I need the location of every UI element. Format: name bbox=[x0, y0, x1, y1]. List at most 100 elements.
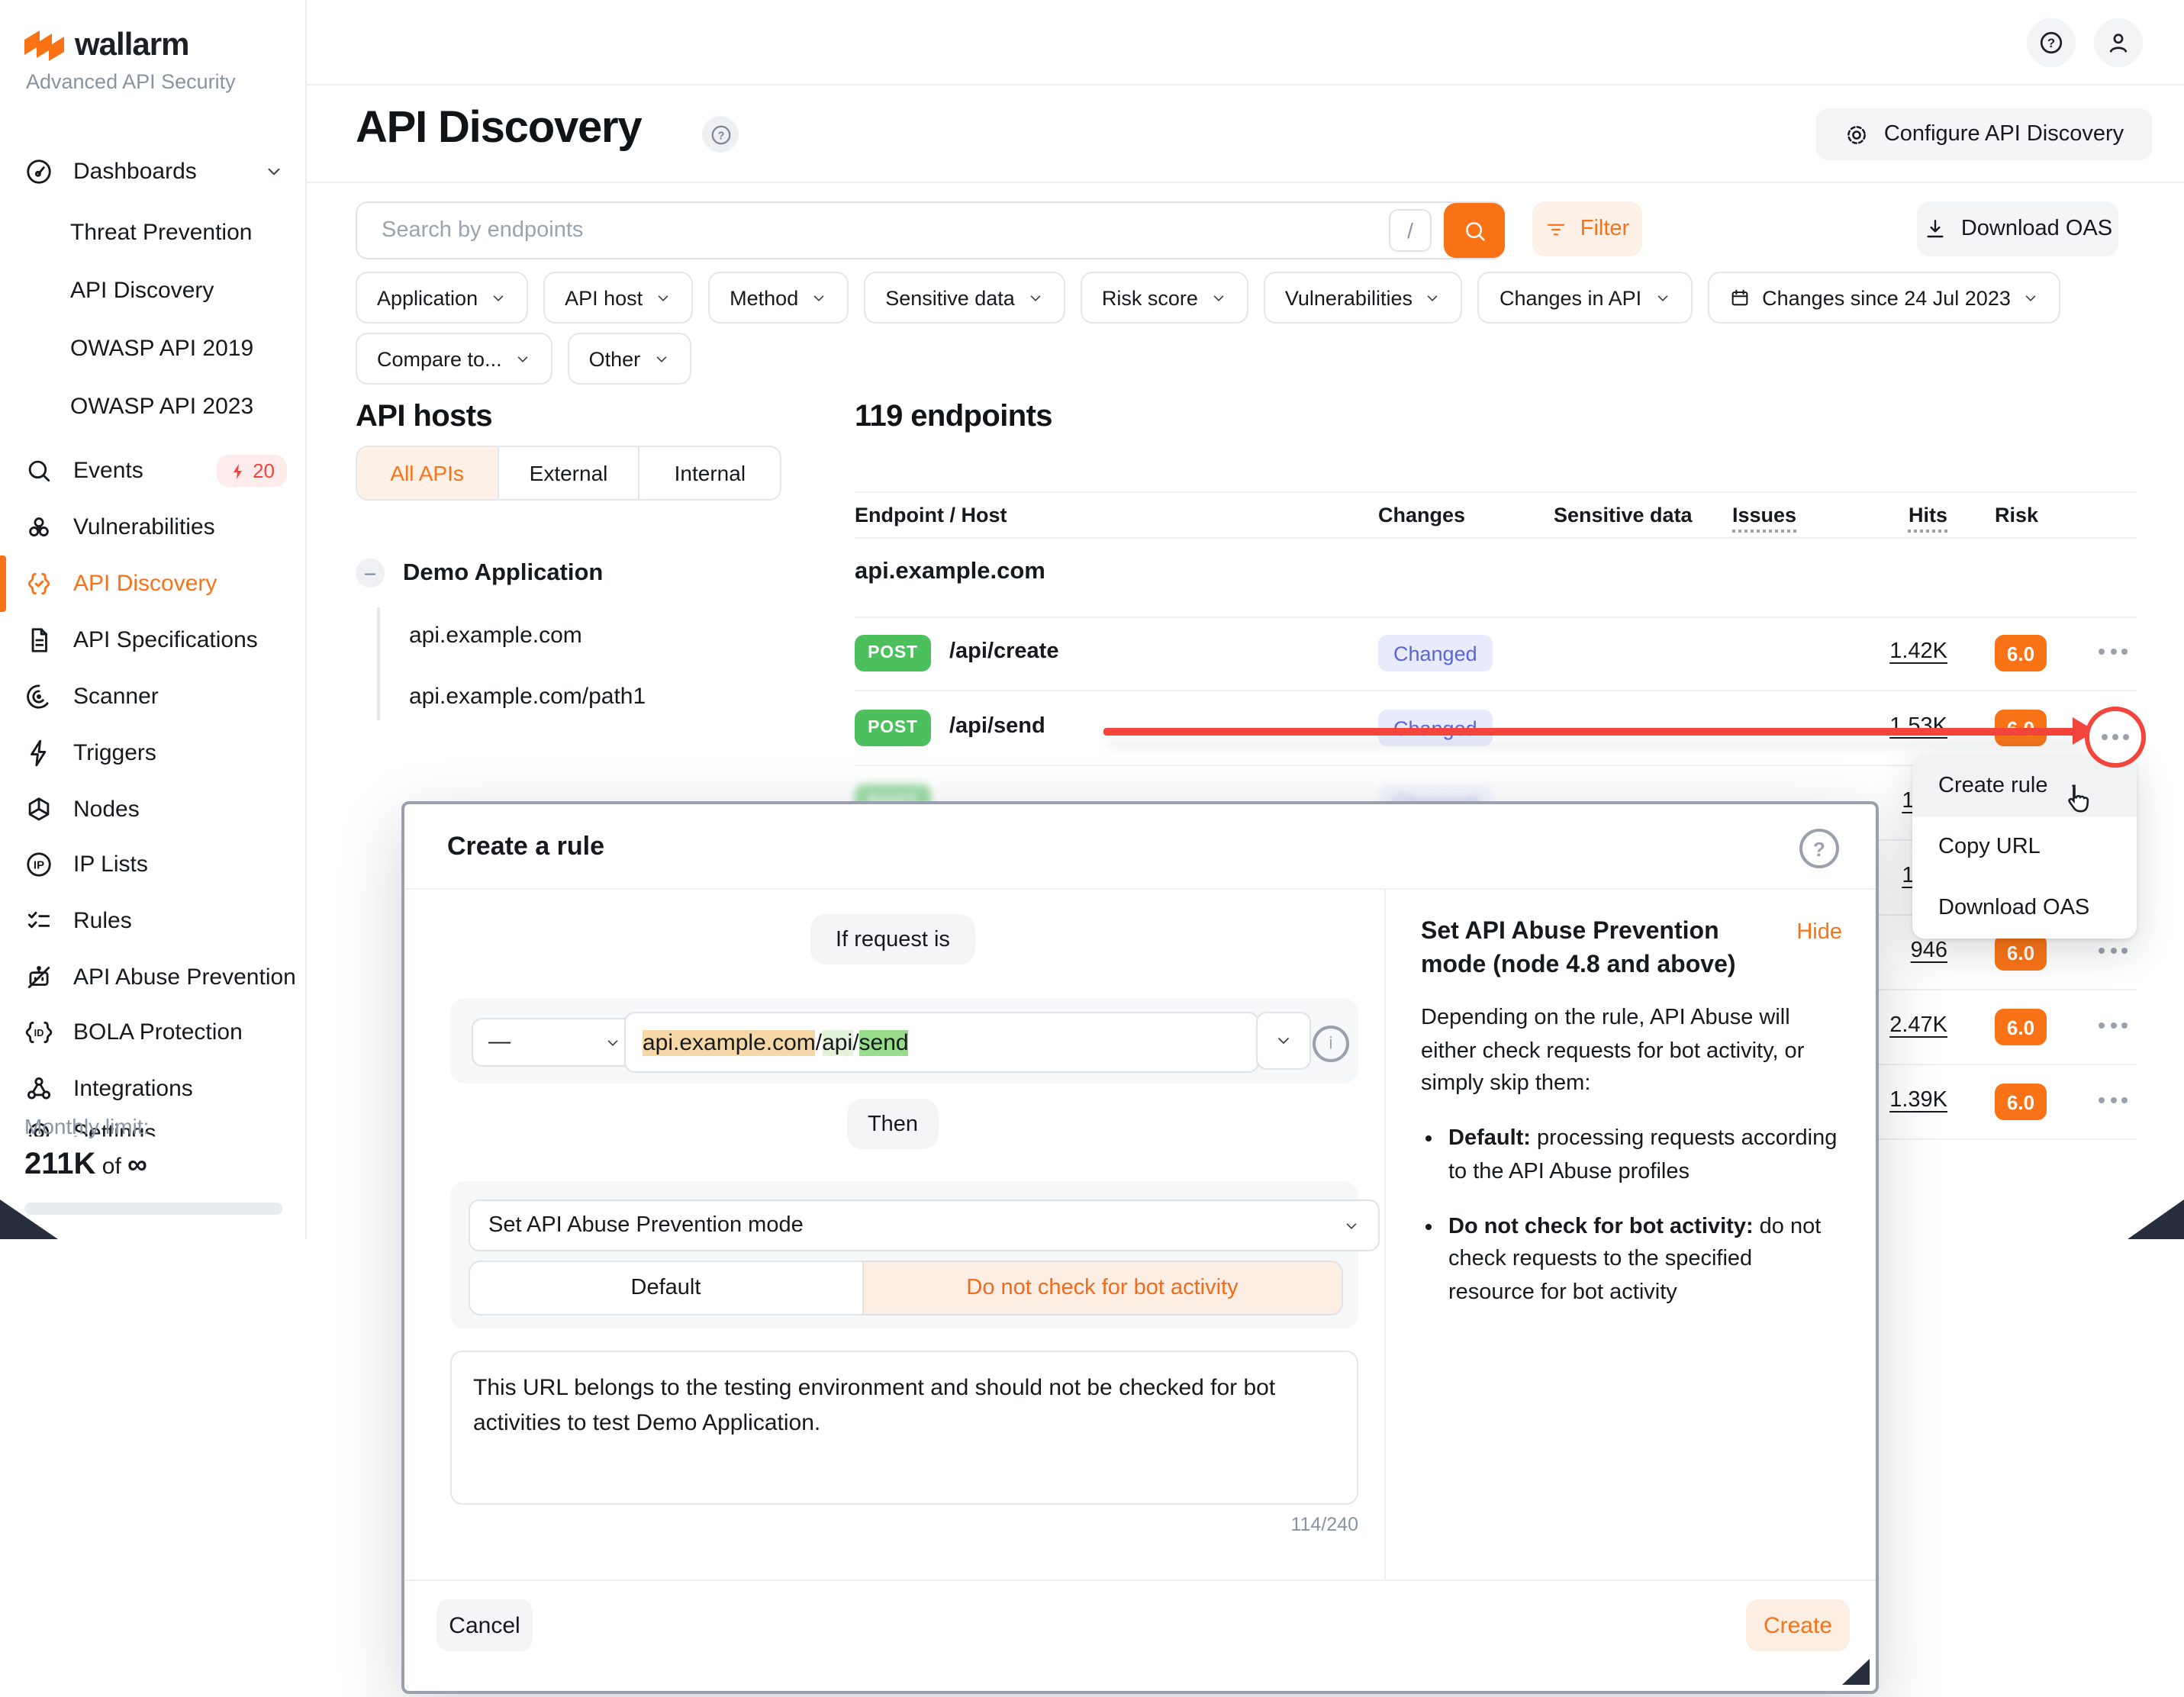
host-group-row[interactable]: api.example.com bbox=[855, 559, 1045, 586]
page-title: API Discovery bbox=[356, 104, 642, 154]
sidebar-item-ip-lists[interactable]: IP IP Lists bbox=[0, 836, 305, 893]
sidebar-item-bola-protection[interactable]: ID BOLA Protection bbox=[0, 1004, 305, 1061]
endpoint-path: /api/send bbox=[949, 714, 1045, 739]
uri-input[interactable]: api.example.com/api/send bbox=[624, 1012, 1259, 1073]
svg-text:IP: IP bbox=[34, 859, 44, 872]
column-risk: Risk bbox=[1995, 504, 2038, 526]
hits-link[interactable]: 1.42K bbox=[1801, 639, 1947, 664]
configure-api-discovery-button[interactable]: Configure API Discovery bbox=[1816, 108, 2152, 160]
search-icon bbox=[24, 456, 53, 485]
filter-chip-api-host[interactable]: API host bbox=[543, 272, 693, 324]
app-screenshot: wallarm Advanced API Security Dashboards… bbox=[0, 0, 2184, 1697]
topbar-divider bbox=[305, 84, 2184, 85]
filter-chip-compare-to[interactable]: Compare to... bbox=[356, 333, 552, 385]
mode-option-default[interactable]: Default bbox=[470, 1262, 863, 1314]
sidebar-item-nodes[interactable]: Nodes bbox=[0, 781, 305, 838]
info-icon[interactable]: i bbox=[1313, 1026, 1349, 1062]
column-hits[interactable]: Hits bbox=[1801, 504, 1947, 526]
modal-title: Create a rule bbox=[447, 832, 604, 862]
help-bullet: Default: processing requests according t… bbox=[1448, 1123, 1842, 1190]
filter-chips-row2: Compare to... Other bbox=[356, 333, 691, 385]
filter-chip-risk-score[interactable]: Risk score bbox=[1081, 272, 1248, 324]
wallarm-logo-icon bbox=[24, 29, 64, 63]
menu-item-download-oas[interactable]: Download OAS bbox=[1912, 877, 2137, 939]
create-button[interactable]: Create bbox=[1746, 1599, 1850, 1651]
gear-icon bbox=[1844, 121, 1870, 147]
page-title-help-icon[interactable]: ? bbox=[702, 116, 739, 153]
action-select[interactable]: Set API Abuse Prevention mode bbox=[469, 1199, 1380, 1251]
sidebar-item-owasp-api-2019[interactable]: OWASP API 2019 bbox=[0, 320, 351, 377]
host-item[interactable]: api.example.com/path1 bbox=[409, 684, 646, 710]
changed-badge[interactable]: Changed bbox=[1378, 635, 1493, 671]
row-menu-button[interactable] bbox=[2099, 1097, 2128, 1103]
application-group[interactable]: − Demo Application bbox=[356, 559, 603, 588]
api-hosts-title: API hosts bbox=[356, 400, 492, 435]
filter-chip-application[interactable]: Application bbox=[356, 272, 528, 324]
rule-comment-textarea[interactable]: This URL belongs to the testing environm… bbox=[450, 1351, 1358, 1505]
svg-text:?: ? bbox=[2047, 37, 2055, 50]
sidebar-item-events[interactable]: Events 20 bbox=[0, 443, 305, 499]
cancel-button[interactable]: Cancel bbox=[436, 1599, 533, 1651]
sidebar-item-api-specifications[interactable]: API Specifications bbox=[0, 612, 305, 668]
help-bullet: Do not check for bot activity: do not ch… bbox=[1448, 1211, 1842, 1311]
filter-chip-method[interactable]: Method bbox=[708, 272, 849, 324]
modal-help-panel: Hide Set API Abuse Prevention mode (node… bbox=[1421, 916, 1842, 1332]
chevron-down-icon bbox=[1210, 289, 1227, 306]
risk-badge: 6.0 bbox=[1995, 934, 2047, 971]
risk-badge: 6.0 bbox=[1995, 1084, 2047, 1120]
tree-guide-line bbox=[377, 607, 380, 720]
column-issues[interactable]: Issues bbox=[1732, 504, 1796, 526]
condition-operator-select[interactable]: — bbox=[472, 1018, 638, 1067]
biohazard-icon bbox=[24, 513, 53, 542]
download-oas-button[interactable]: Download OAS bbox=[1917, 201, 2118, 256]
events-badge: 20 bbox=[216, 455, 287, 487]
search-input[interactable]: Search by endpoints / bbox=[356, 201, 1505, 259]
hide-help-link[interactable]: Hide bbox=[1796, 917, 1842, 951]
chevron-down-icon bbox=[1343, 1217, 1360, 1234]
filter-button[interactable]: Filter bbox=[1532, 201, 1642, 256]
sidebar-item-api-abuse-prevention[interactable]: API Abuse Prevention bbox=[0, 949, 305, 1006]
sidebar-item-api-discovery-dashboard[interactable]: API Discovery bbox=[0, 262, 351, 319]
hits-link[interactable]: 1.53K bbox=[1801, 714, 1947, 739]
tab-external[interactable]: External bbox=[498, 447, 639, 499]
row-menu-button[interactable] bbox=[2099, 948, 2128, 954]
collapse-icon[interactable]: − bbox=[356, 559, 385, 588]
bolt-icon bbox=[228, 462, 246, 480]
row-menu-button[interactable] bbox=[2099, 649, 2128, 655]
sidebar-item-threat-prevention[interactable]: Threat Prevention bbox=[0, 204, 351, 261]
wallarm-logo[interactable]: wallarm bbox=[24, 27, 188, 64]
sidebar-item-owasp-api-2023[interactable]: OWASP API 2023 bbox=[0, 378, 351, 435]
tab-internal[interactable]: Internal bbox=[640, 447, 780, 499]
application-group-label: Demo Application bbox=[403, 559, 603, 587]
sidebar-item-scanner[interactable]: Scanner bbox=[0, 668, 305, 725]
help-button[interactable]: ? bbox=[2027, 18, 2076, 67]
user-avatar-button[interactable] bbox=[2094, 18, 2143, 67]
sidebar-item-rules[interactable]: Rules bbox=[0, 893, 305, 949]
host-item[interactable]: api.example.com bbox=[409, 623, 582, 649]
tab-all-apis[interactable]: All APIs bbox=[357, 447, 498, 499]
menu-item-copy-url[interactable]: Copy URL bbox=[1912, 816, 2137, 877]
question-circle-icon: ? bbox=[709, 123, 732, 146]
chevron-down-icon bbox=[1027, 289, 1044, 306]
filter-chip-changes-in-api[interactable]: Changes in API bbox=[1478, 272, 1692, 324]
search-button[interactable] bbox=[1444, 203, 1505, 258]
chevron-down-icon bbox=[514, 350, 531, 367]
row-menu-button[interactable] bbox=[2099, 1022, 2128, 1029]
endpoint-row[interactable]: POST /api/create Changed 1.42K 6.0 bbox=[855, 617, 2137, 691]
annotation-circle-row-menu-button[interactable] bbox=[2085, 707, 2146, 768]
filter-chips-row1: Application API host Method Sensitive da… bbox=[356, 272, 2061, 324]
help-panel-bullets: Default: processing requests according t… bbox=[1424, 1123, 1842, 1311]
modal-help-icon[interactable]: ? bbox=[1799, 829, 1839, 868]
sidebar-item-triggers[interactable]: Triggers bbox=[0, 725, 305, 781]
filter-chip-other[interactable]: Other bbox=[568, 333, 691, 385]
sidebar-item-api-discovery[interactable]: API Discovery bbox=[0, 555, 305, 612]
filter-chip-sensitive-data[interactable]: Sensitive data bbox=[864, 272, 1065, 324]
sidebar-item-vulnerabilities[interactable]: Vulnerabilities bbox=[0, 499, 305, 555]
screenshot-tear bbox=[2128, 1199, 2184, 1239]
row-context-menu: Create rule Copy URL Download OAS bbox=[1912, 755, 2137, 939]
filter-chip-vulnerabilities[interactable]: Vulnerabilities bbox=[1264, 272, 1463, 324]
uri-expand-button[interactable] bbox=[1256, 1012, 1311, 1070]
sidebar-item-dashboards[interactable]: Dashboards bbox=[0, 143, 305, 200]
filter-chip-changes-since-date[interactable]: Changes since 24 Jul 2023 bbox=[1707, 272, 2061, 324]
mode-option-do-not-check[interactable]: Do not check for bot activity bbox=[863, 1262, 1342, 1314]
